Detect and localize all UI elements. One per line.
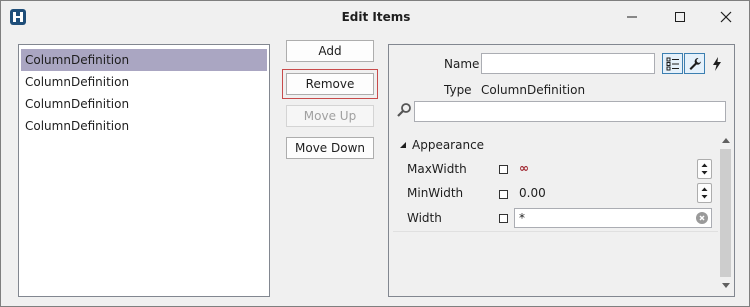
minimize-button[interactable] (609, 1, 655, 33)
property-label-minwidth: MinWidth (407, 186, 464, 200)
clear-value-button[interactable] (696, 212, 708, 224)
minwidth-spinner[interactable] (697, 183, 712, 203)
property-label-maxwidth: MaxWidth (407, 162, 467, 176)
search-icon (396, 102, 412, 118)
scroll-thumb[interactable] (720, 149, 731, 277)
scroll-up-arrow[interactable] (718, 133, 733, 148)
property-value-width-field[interactable]: * (514, 208, 712, 228)
list-item[interactable]: ColumnDefinition (21, 49, 267, 71)
events-view-button[interactable] (706, 53, 727, 74)
property-marker[interactable] (499, 190, 508, 199)
close-icon (720, 11, 732, 23)
property-value-width: * (519, 211, 525, 225)
list-item[interactable]: ColumnDefinition (21, 71, 267, 93)
property-scrollbar[interactable] (718, 133, 733, 293)
name-field[interactable] (481, 53, 655, 74)
clear-icon (699, 215, 705, 221)
title-bar: Edit Items (1, 1, 749, 33)
lightning-icon (712, 56, 721, 71)
property-list: Appearance MaxWidth ∞ MinWidth 0.00 Widt… (393, 133, 718, 293)
divider (393, 231, 718, 232)
type-label: Type (444, 83, 472, 97)
categorized-view-button[interactable] (662, 53, 683, 74)
move-down-button[interactable]: Move Down (286, 137, 374, 159)
property-value-maxwidth[interactable]: ∞ (519, 161, 529, 175)
wrench-icon (689, 57, 701, 70)
property-marker[interactable] (499, 165, 508, 174)
expand-triangle-icon[interactable] (399, 141, 407, 149)
close-button[interactable] (703, 1, 749, 33)
category-appearance: Appearance (412, 138, 485, 152)
list-item[interactable]: ColumnDefinition (21, 115, 267, 137)
minimize-icon (627, 16, 637, 18)
items-list[interactable]: ColumnDefinition ColumnDefinition Column… (18, 44, 270, 297)
remove-button[interactable]: Remove (282, 69, 378, 99)
properties-view-button[interactable] (684, 53, 705, 74)
property-grid: Name Type ColumnDefinition Appearance Ma… (388, 44, 735, 297)
list-item[interactable]: ColumnDefinition (21, 93, 267, 115)
property-marker[interactable] (499, 214, 508, 223)
scroll-down-arrow[interactable] (718, 278, 733, 293)
move-up-button[interactable]: Move Up (286, 105, 374, 127)
type-value: ColumnDefinition (481, 83, 586, 97)
add-button[interactable]: Add (286, 40, 374, 62)
categorized-icon (666, 57, 679, 70)
maximize-button[interactable] (657, 1, 703, 33)
name-label: Name (444, 57, 480, 71)
maxwidth-spinner[interactable] (697, 159, 712, 179)
property-search-input[interactable] (414, 101, 726, 122)
edit-items-window: Edit Items ColumnDefinition ColumnDefini… (0, 0, 750, 307)
maximize-icon (675, 12, 685, 22)
remove-button-label: Remove (286, 73, 374, 95)
property-value-minwidth[interactable]: 0.00 (519, 186, 546, 200)
property-label-width: Width (407, 211, 442, 225)
